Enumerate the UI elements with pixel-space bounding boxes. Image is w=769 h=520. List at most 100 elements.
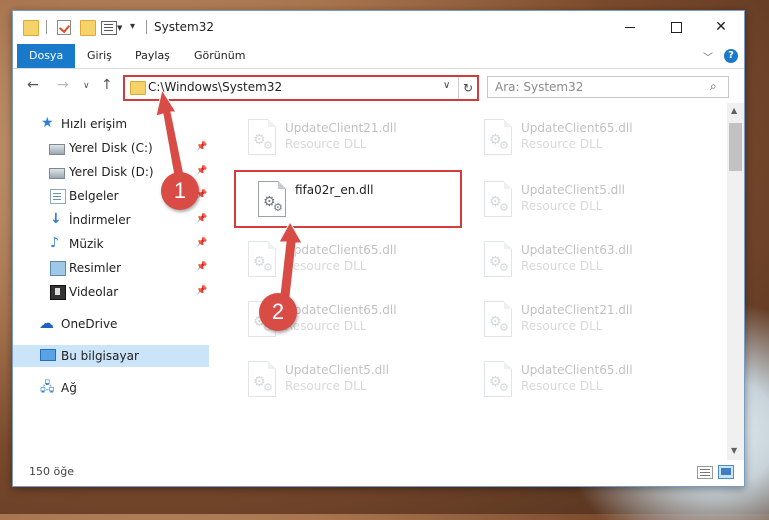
sidebar-item-onedrive[interactable]: ☁ OneDrive [13,313,209,335]
sidebar-item-label: Videolar [69,285,119,299]
documents-icon [50,189,66,204]
pin-icon[interactable]: 📌 [196,142,207,152]
computer-icon [40,349,56,361]
title-separator [46,20,47,34]
dll-file-icon: ⚙⚙ [481,301,515,341]
cloud-icon: ☁ [39,314,54,332]
pin-icon[interactable]: 📌 [196,214,207,224]
navigation-bar: ← → ∨ ↑ C:\Windows\System32 ∨ ↻ Ara: Sys… [13,69,744,103]
file-item[interactable]: ⚙⚙ UpdateClient65.dll Resource DLL [239,237,459,293]
address-path[interactable]: C:\Windows\System32 [148,80,282,94]
pin-icon[interactable]: 📌 [196,262,207,272]
file-item[interactable]: ⚙⚙ UpdateClient65.dll Resource DLL [475,115,695,171]
dll-file-icon: ⚙⚙ [245,241,279,281]
dll-file-icon: ⚙⚙ [245,119,279,159]
sidebar-item-downloads[interactable]: ↓ İndirmeler 📌 [13,209,209,231]
window-title: System32 [154,20,215,34]
details-view-icon[interactable] [697,466,713,479]
expand-ribbon-chevron-icon[interactable]: ﹀ [703,49,713,64]
dll-file-icon: ⚙⚙ [245,361,279,401]
up-arrow-icon[interactable]: ↑ [101,77,113,93]
file-item[interactable]: ⚙⚙ UpdateClient65.dll Resource DLL [475,357,695,413]
dll-file-icon: ⚙⚙ [481,361,515,401]
sidebar-item-label: Yerel Disk (C:) [69,141,153,155]
item-count: 150 öğe [29,465,74,478]
sidebar-item-label: Resimler [69,261,122,275]
forward-arrow-icon[interactable]: → [57,77,69,93]
refresh-icon[interactable]: ↻ [458,77,477,99]
sidebar-item-network[interactable]: 🖧 Ağ [13,377,209,399]
sidebar-item-this-pc[interactable]: Bu bilgisayar [13,345,209,367]
file-name: UpdateClient65.dll [285,243,397,257]
back-arrow-icon[interactable]: ← [27,77,39,93]
sidebar-item-quick-access[interactable]: ★ Hızlı erişim [13,113,209,135]
recent-locations-chevron-icon[interactable]: ∨ [83,81,90,91]
tab-file[interactable]: Dosya [17,44,76,68]
tab-share[interactable]: Paylaş [127,44,178,68]
sidebar-item-label: İndirmeler [69,213,131,227]
maximize-button[interactable] [653,11,699,44]
sidebar-item-label: Müzik [69,237,104,251]
search-icon[interactable]: ⌕ [710,79,717,94]
vertical-scrollbar[interactable]: ▲ ▼ [727,103,744,460]
help-icon[interactable]: ? [724,49,738,63]
dll-file-icon: ⚙⚙ [481,119,515,159]
download-icon: ↓ [50,211,62,227]
search-placeholder: Ara: System32 [495,80,584,94]
minimize-button[interactable] [607,11,653,44]
drive-icon [49,168,65,179]
file-item[interactable]: ⚙ ⚙ UpdateClient21.dll Resource DLL [239,115,459,171]
file-item[interactable]: ⚙ ⚙ UpdateClient5.dll Resource DLL [239,357,459,413]
step-badge-1: 1 [161,172,199,210]
file-item[interactable]: ⚙ ⚙ UpdateClient5.dll Resource DLL [475,177,695,233]
navigation-pane: ★ Hızlı erişim Yerel Disk (C:) 📌 Yerel D… [13,103,209,460]
star-icon: ★ [41,115,54,131]
sidebar-item-label: Yerel Disk (D:) [69,165,154,179]
properties-check-icon[interactable] [57,20,71,35]
quick-access-customize-icon[interactable] [101,21,117,35]
file-name: UpdateClient65.dll [521,363,633,377]
pin-icon[interactable]: 📌 [196,286,207,296]
highlight-box-target-file [234,170,462,228]
pin-icon[interactable]: 📌 [196,238,207,248]
step-badge-2: 2 [259,293,297,331]
new-folder-icon[interactable] [80,20,96,36]
file-item[interactable]: ⚙ ⚙ UpdateClient63.dll Resource DLL [475,237,695,293]
sidebar-item-label: Bu bilgisayar [61,349,139,363]
scroll-up-arrow-icon[interactable]: ▲ [731,106,737,115]
close-button[interactable]: ✕ [698,11,744,44]
drive-icon [49,144,65,155]
large-icons-view-icon[interactable] [718,465,734,479]
folder-icon [23,20,39,36]
file-list: ⚙ ⚙ UpdateClient21.dll Resource DLL ⚙ ⚙ Up… [209,103,727,460]
file-name: UpdateClient21.dll [521,303,633,317]
chevron-down-icon[interactable]: ▼ [117,24,122,32]
sidebar-item-music[interactable]: ♪ Müzik 📌 [13,233,209,255]
sidebar-item-label: Hızlı erişim [61,117,128,131]
music-icon: ♪ [50,235,59,251]
sidebar-item-pictures[interactable]: Resimler 📌 [13,257,209,279]
file-name: UpdateClient65.dll [285,303,397,317]
scroll-down-arrow-icon[interactable]: ▼ [731,446,737,455]
pictures-icon [50,261,66,276]
scrollbar-thumb[interactable] [729,123,742,171]
address-dropdown-chevron-icon[interactable]: ∨ [443,80,450,91]
minimize-icon [625,26,635,28]
ribbon-tabs: Dosya Giriş Paylaş Görünüm ﹀ ? [13,44,744,69]
pin-icon[interactable]: 📌 [196,166,207,176]
tab-view[interactable]: Görünüm [186,44,253,68]
file-type: Resource DLL [521,319,603,333]
tab-home[interactable]: Giriş [79,44,120,68]
quick-access-toolbar-dropdown-icon[interactable]: ▾ [130,21,135,32]
sidebar-item-local-disk-c[interactable]: Yerel Disk (C:) 📌 [13,137,209,159]
address-bar[interactable]: C:\Windows\System32 ∨ ↻ [123,75,479,101]
sidebar-item-label: OneDrive [61,317,118,331]
status-bar: 150 öğe [13,460,744,486]
sidebar-item-videos[interactable]: Videolar 📌 [13,281,209,303]
close-icon: ✕ [715,19,727,35]
maximize-icon [670,21,682,33]
search-input[interactable]: Ara: System32 ⌕ [487,76,729,98]
file-item[interactable]: ⚙ ⚙ UpdateClient21.dll Resource DLL [475,297,695,353]
file-type: Resource DLL [285,137,367,151]
videos-icon [50,285,66,300]
